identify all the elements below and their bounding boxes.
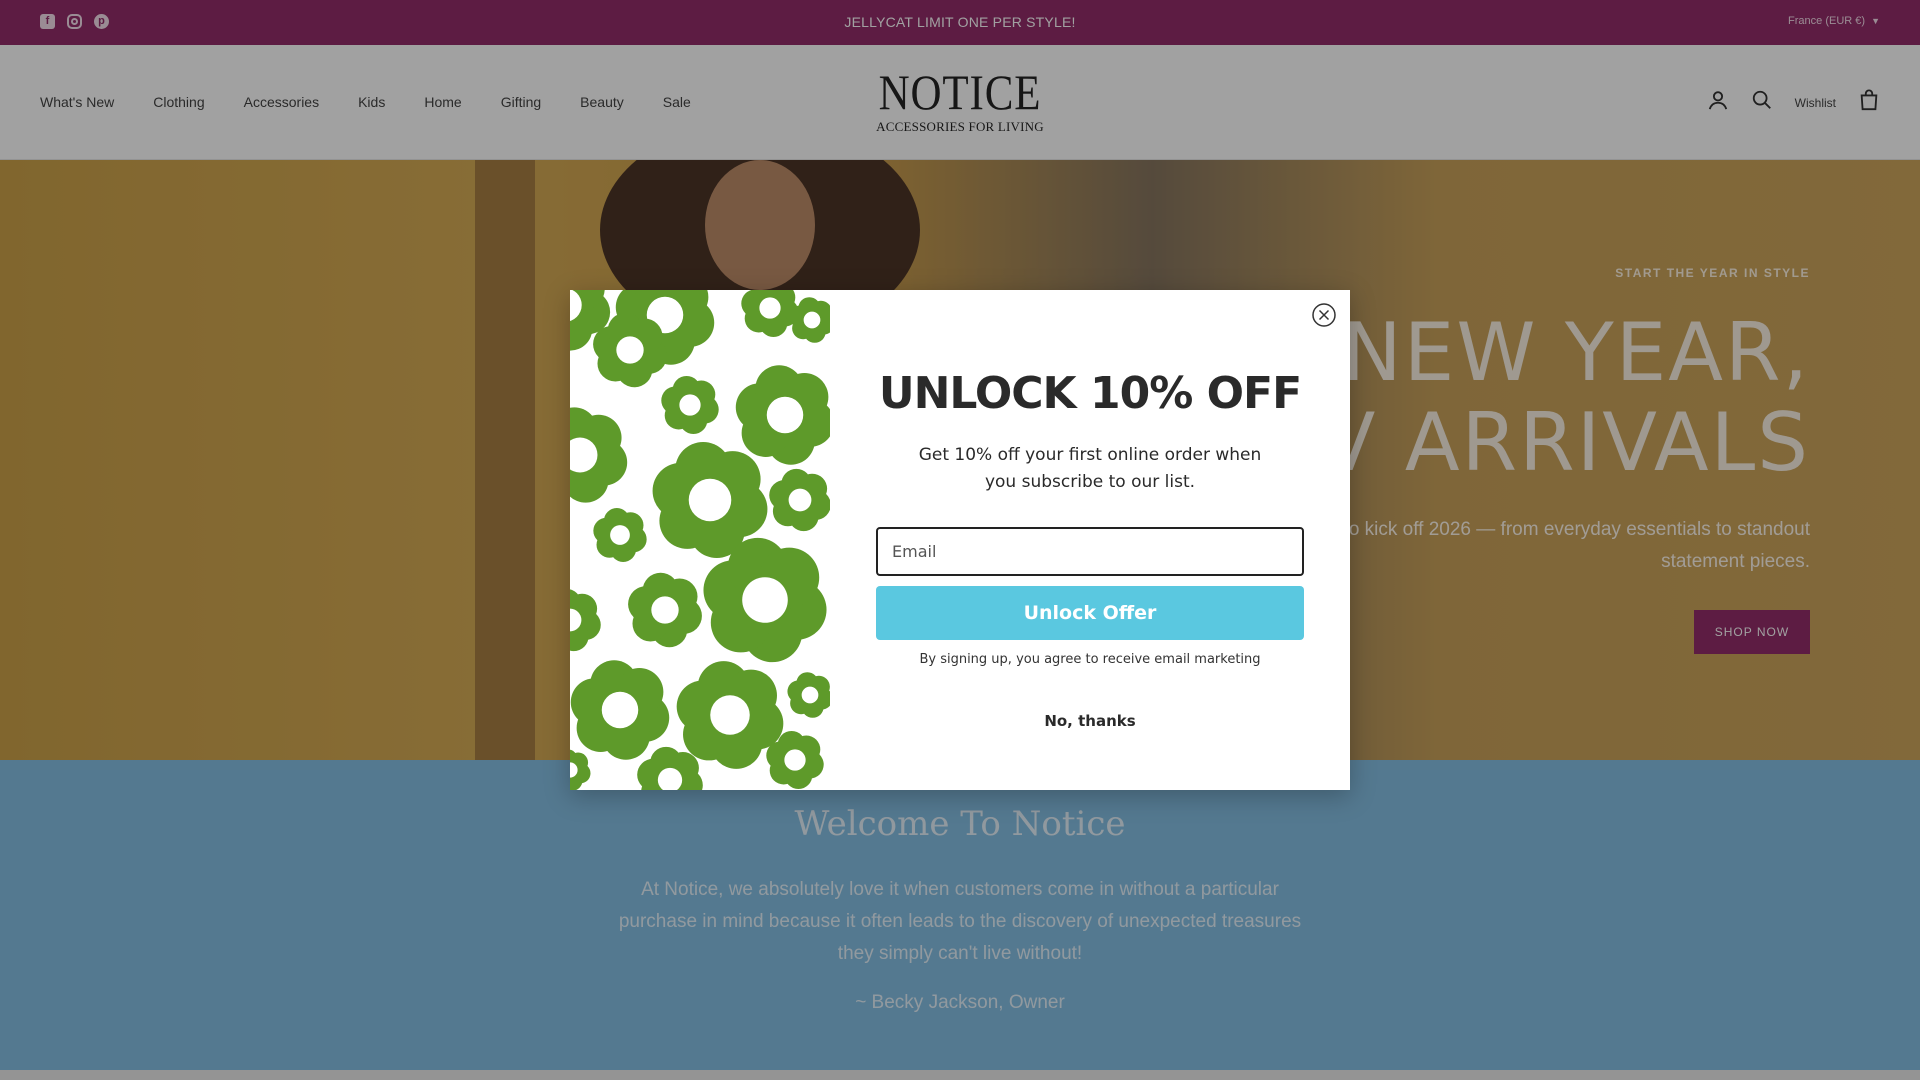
email-field[interactable]	[876, 527, 1304, 576]
flower-motif	[787, 672, 830, 718]
flower-motif	[570, 407, 628, 503]
flower-motif	[735, 365, 830, 465]
flower-motif	[570, 749, 591, 790]
flower-motif	[661, 375, 719, 435]
flower-motif	[570, 660, 670, 760]
flower-motif	[769, 468, 830, 532]
flower-motif	[628, 572, 702, 648]
signup-popup: UNLOCK 10% OFF Get 10% off your first on…	[570, 290, 1350, 790]
flower-motif	[570, 589, 601, 652]
unlock-offer-button[interactable]: Unlock Offer	[876, 586, 1304, 640]
no-thanks-link[interactable]: No, thanks	[830, 712, 1350, 730]
popup-legal-text: By signing up, you agree to receive emai…	[919, 652, 1261, 667]
popup-title: UNLOCK 10% OFF	[878, 368, 1302, 419]
flower-pattern	[570, 290, 830, 790]
popup-description: Get 10% off your first online order when…	[918, 445, 1262, 492]
close-icon[interactable]	[1312, 303, 1336, 327]
flower-motif	[593, 508, 647, 562]
